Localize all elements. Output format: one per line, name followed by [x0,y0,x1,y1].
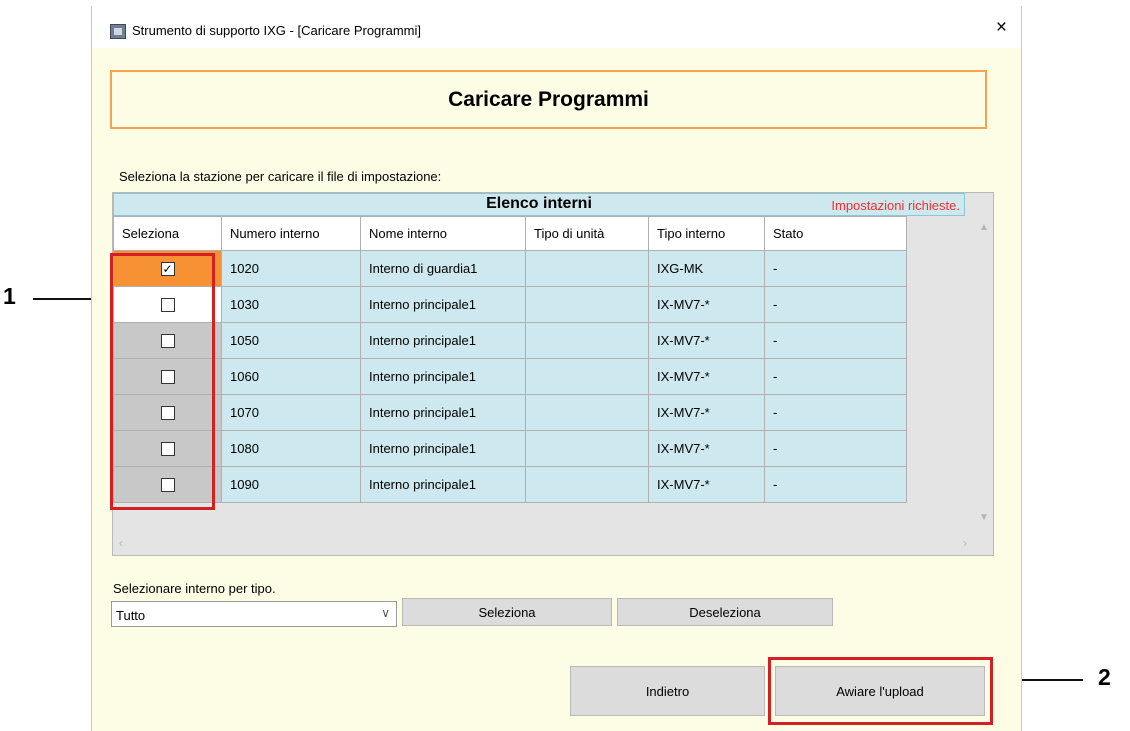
table-row[interactable]: 1090 Interno principale1 IX-MV7-* - [113,466,907,503]
deselect-button[interactable]: Deseleziona [617,598,833,626]
list-header: Elenco interni Impostazioni richieste. [113,193,965,216]
cell-name: Interno principale1 [360,286,526,323]
callout-number-2: 2 [1098,664,1111,690]
chevron-down-icon[interactable]: ∨ [381,606,390,620]
close-icon[interactable]: × [996,17,1007,39]
cell-status: - [764,286,907,323]
cell-ext-type: IX-MV7-* [648,358,765,395]
cell-unit-type [525,466,649,503]
cell-name: Interno principale1 [360,322,526,359]
cell-status: - [764,466,907,503]
table-row[interactable]: 1030 Interno principale1 IX-MV7-* - [113,286,907,323]
cell-number: 1060 [221,358,361,395]
page-header: Caricare Programmi [110,70,987,129]
scroll-left-icon[interactable]: ‹ [119,536,123,550]
cell-unit-type [525,322,649,359]
extension-table: Seleziona Numero interno Nome interno Ti… [113,216,907,503]
cell-ext-type: IX-MV7-* [648,466,765,503]
cell-unit-type [525,394,649,431]
scroll-down-icon[interactable]: ▼ [979,512,989,523]
cell-ext-type: IX-MV7-* [648,286,765,323]
cell-status: - [764,250,907,287]
cell-number: 1050 [221,322,361,359]
horizontal-scrollbar[interactable]: ‹ › [113,533,973,555]
cell-ext-type: IX-MV7-* [648,430,765,467]
page-title: Caricare Programmi [448,87,649,111]
table-row[interactable]: 1050 Interno principale1 IX-MV7-* - [113,322,907,359]
cell-ext-type: IX-MV7-* [648,394,765,431]
cell-name: Interno principale1 [360,430,526,467]
table-row[interactable]: 1070 Interno principale1 IX-MV7-* - [113,394,907,431]
cell-status: - [764,394,907,431]
instruction-text: Seleziona la stazione per caricare il fi… [119,169,442,184]
column-header-unit-type[interactable]: Tipo di unità [525,216,649,251]
filter-label: Selezionare interno per tipo. [113,581,276,596]
highlight-box-upload [768,657,993,725]
cell-name: Interno principale1 [360,394,526,431]
title-bar: Strumento di supporto IXG - [Caricare Pr… [92,6,1021,48]
cell-status: - [764,358,907,395]
table-row[interactable]: ✓ 1020 Interno di guardia1 IXG-MK - [113,250,907,287]
cell-ext-type: IXG-MK [648,250,765,287]
column-header-number[interactable]: Numero interno [221,216,361,251]
cell-unit-type [525,358,649,395]
type-filter-dropdown[interactable]: Tutto ∨ [111,601,397,627]
select-button[interactable]: Seleziona [402,598,612,626]
required-note: Impostazioni richieste. [831,198,960,213]
column-header-name[interactable]: Nome interno [360,216,526,251]
cell-unit-type [525,430,649,467]
scroll-right-icon[interactable]: › [963,536,967,550]
cell-unit-type [525,286,649,323]
cell-ext-type: IX-MV7-* [648,322,765,359]
cell-number: 1090 [221,466,361,503]
cell-number: 1070 [221,394,361,431]
column-header-status[interactable]: Stato [764,216,907,251]
app-icon [110,24,126,39]
scroll-up-icon[interactable]: ▲ [979,222,989,233]
column-header-ext-type[interactable]: Tipo interno [648,216,765,251]
cell-number: 1030 [221,286,361,323]
cell-name: Interno principale1 [360,358,526,395]
column-header-select[interactable]: Seleziona [113,216,222,251]
cell-name: Interno principale1 [360,466,526,503]
cell-number: 1080 [221,430,361,467]
highlight-box-select-column [110,253,215,510]
table-row[interactable]: 1080 Interno principale1 IX-MV7-* - [113,430,907,467]
extension-list: Elenco interni Impostazioni richieste. S… [112,192,994,556]
table-row[interactable]: 1060 Interno principale1 IX-MV7-* - [113,358,907,395]
callout-number-1: 1 [3,283,16,309]
back-button[interactable]: Indietro [570,666,765,716]
cell-number: 1020 [221,250,361,287]
table-header-row: Seleziona Numero interno Nome interno Ti… [113,216,907,251]
cell-status: - [764,430,907,467]
cell-unit-type [525,250,649,287]
cell-status: - [764,322,907,359]
type-filter-value: Tutto [116,608,146,623]
cell-name: Interno di guardia1 [360,250,526,287]
vertical-scrollbar[interactable]: ▲ ▼ [974,216,993,529]
window-title: Strumento di supporto IXG - [Caricare Pr… [132,23,421,38]
